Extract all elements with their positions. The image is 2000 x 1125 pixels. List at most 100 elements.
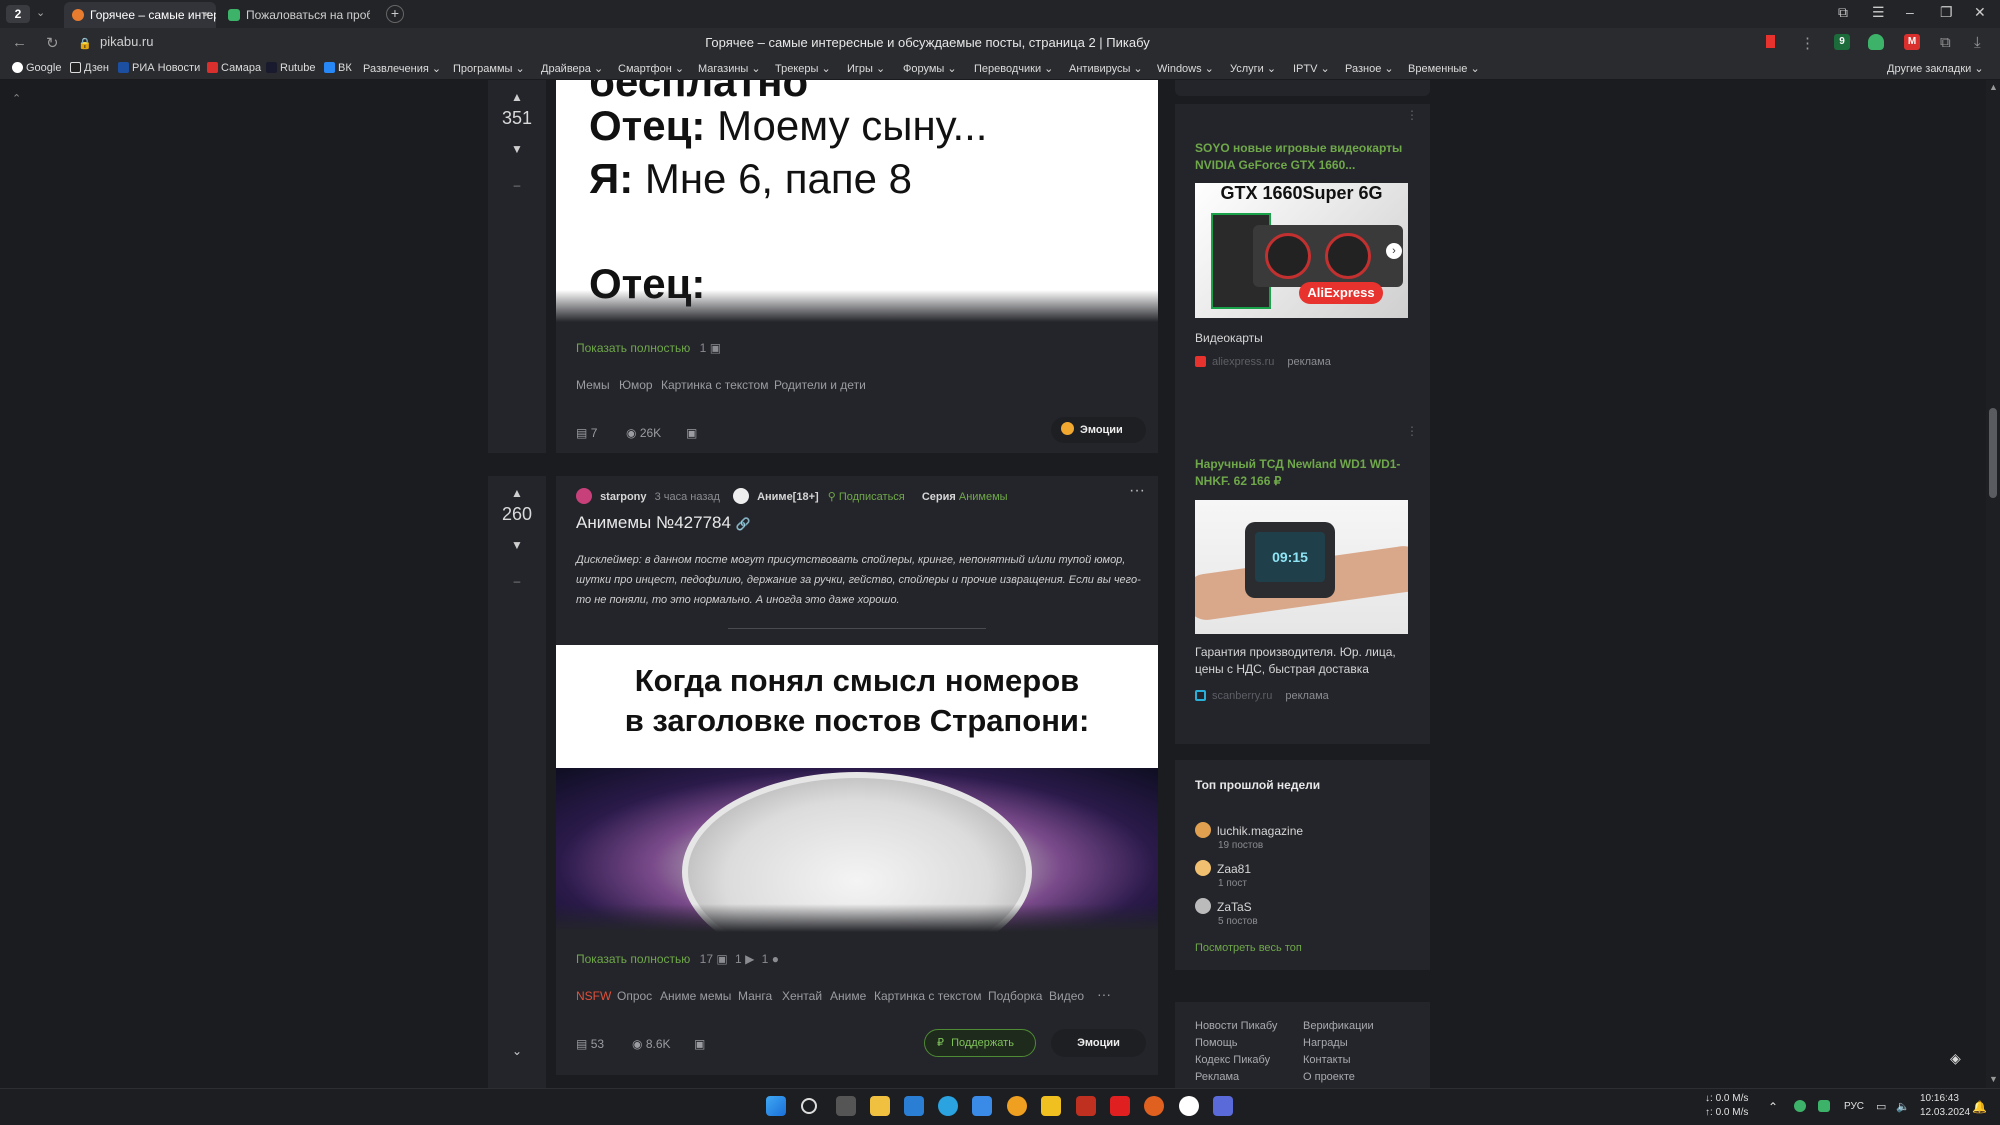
new-tab-button[interactable]: + bbox=[386, 5, 404, 23]
bookmark-ria[interactable]: РИА Новости bbox=[118, 62, 200, 74]
show-full-link[interactable]: Показать полностью 17 ▣ 1 ▶ 1 ● bbox=[576, 952, 779, 966]
ad-title[interactable]: Наручный ТСД Newland WD1 WD1-NHKF. 62 16… bbox=[1195, 456, 1410, 490]
downvote-icon[interactable]: ▼ bbox=[488, 538, 546, 552]
more-tags-icon[interactable]: ··· bbox=[1097, 986, 1111, 1002]
tag[interactable]: Мемы bbox=[576, 378, 610, 392]
support-button[interactable]: ₽ Поддержать bbox=[924, 1029, 1036, 1057]
footer-link[interactable]: Новости Пикабу bbox=[1195, 1020, 1277, 1032]
tab-count-badge[interactable]: 2 bbox=[6, 5, 30, 23]
download-icon[interactable]: ⤓ bbox=[1974, 34, 1981, 51]
scroll-down-icon[interactable]: ▼ bbox=[1989, 1074, 1998, 1084]
bookmark-dzen[interactable]: Дзен bbox=[70, 62, 109, 74]
ad-source[interactable]: aliexpress.ru реклама bbox=[1195, 356, 1331, 368]
tag[interactable]: Юмор bbox=[619, 378, 653, 392]
post-title[interactable]: Анимемы №427784 🔗 bbox=[576, 513, 751, 533]
bookmark-folder-drivers[interactable]: Драйвера ⌄ bbox=[541, 62, 603, 75]
top-user[interactable]: luchik.magazine 19 постов bbox=[1195, 822, 1303, 851]
series-link[interactable]: Анимемы bbox=[959, 491, 1008, 503]
tag[interactable]: Аниме мемы bbox=[660, 989, 731, 1003]
scroll-up-icon[interactable]: ▲ bbox=[1989, 82, 1998, 92]
comments-button[interactable]: ▤ 53 bbox=[576, 1037, 604, 1051]
footer-link[interactable]: Награды bbox=[1303, 1037, 1348, 1049]
tag[interactable]: Картинка с текстом bbox=[661, 378, 768, 392]
bookmark-folder-trackers[interactable]: Трекеры ⌄ bbox=[775, 62, 831, 75]
ad-image-gpu[interactable]: GTX 1660Super 6G AliExpress › bbox=[1195, 183, 1408, 318]
paint-bucket-icon[interactable]: ◈ bbox=[1950, 1050, 1961, 1067]
bookmark-folder-iptv[interactable]: IPTV ⌄ bbox=[1293, 62, 1330, 75]
tag[interactable]: Опрос bbox=[617, 989, 652, 1003]
firefox-icon[interactable] bbox=[1144, 1096, 1164, 1116]
bookmark-vk[interactable]: ВК bbox=[324, 62, 352, 74]
tab-complaint[interactable]: Пожаловаться на пробле bbox=[220, 2, 370, 28]
ad-label[interactable]: Гарантия производителя. Юр. лица, цены с… bbox=[1195, 644, 1410, 678]
community-avatar[interactable] bbox=[733, 488, 750, 504]
bookmark-google[interactable]: Google bbox=[12, 62, 61, 74]
post2-meme-caption[interactable]: Когда понял смысл номеров в заголовке по… bbox=[556, 645, 1158, 768]
minimize-icon[interactable]: – bbox=[1906, 4, 1914, 20]
emotions-button[interactable]: Эмоции bbox=[1051, 417, 1146, 443]
footer-link[interactable]: Кодекс Пикабу bbox=[1195, 1054, 1270, 1066]
footer-link[interactable]: Реклама bbox=[1195, 1071, 1239, 1083]
link-icon[interactable]: 🔗 bbox=[736, 517, 751, 531]
save-icon[interactable]: ▣ bbox=[694, 1037, 705, 1051]
avatar[interactable] bbox=[576, 488, 592, 504]
restore-icon[interactable]: ❐ bbox=[1940, 4, 1953, 21]
bookmark-icon[interactable] bbox=[1766, 35, 1775, 48]
bookmark-folder-forums[interactable]: Форумы ⌄ bbox=[903, 62, 957, 75]
extensions-icon[interactable]: ⧉ bbox=[1940, 34, 1951, 51]
bookmark-folder-misc[interactable]: Разное ⌄ bbox=[1345, 62, 1394, 75]
bookmark-folder-translators[interactable]: Переводчики ⌄ bbox=[974, 62, 1053, 75]
tag[interactable]: Хентай bbox=[782, 989, 822, 1003]
mail-extension-icon[interactable]: M bbox=[1904, 34, 1920, 50]
bookmark-folder-smartphone[interactable]: Смартфон ⌄ bbox=[618, 62, 684, 75]
bookmark-rutube[interactable]: Rutube bbox=[266, 62, 315, 74]
more-icon[interactable]: ⋮ bbox=[1800, 34, 1815, 52]
save-icon[interactable]: ▣ bbox=[686, 426, 697, 440]
clock-date[interactable]: 12.03.2024 bbox=[1920, 1107, 1970, 1118]
menu-icon[interactable]: ☰ bbox=[1872, 4, 1885, 21]
emotions-button[interactable]: Эмоции bbox=[1051, 1029, 1146, 1057]
volume-icon[interactable]: 🔈 bbox=[1896, 1100, 1910, 1113]
bookmark-folder-shops[interactable]: Магазины ⌄ bbox=[698, 62, 761, 75]
store-icon[interactable] bbox=[904, 1096, 924, 1116]
ad-title[interactable]: SOYO новые игровые видеокарты NVIDIA GeF… bbox=[1195, 140, 1410, 174]
post1-meme-image[interactable]: бесплатно Отец: Моему сыну... Я: Мне 6, … bbox=[556, 80, 1158, 322]
scrollbar-thumb[interactable] bbox=[1989, 408, 1997, 498]
community-link[interactable]: Аниме[18+] bbox=[757, 491, 819, 503]
bookmark-folder-temporary[interactable]: Временные ⌄ bbox=[1408, 62, 1480, 75]
aimp-icon[interactable] bbox=[1041, 1096, 1061, 1116]
other-bookmarks[interactable]: Другие закладки ⌄ bbox=[1887, 62, 1984, 75]
subscribe-link[interactable]: ⚲ Подписаться bbox=[828, 491, 905, 503]
bookmark-folder-antivirus[interactable]: Антивирусы ⌄ bbox=[1069, 62, 1143, 75]
chevron-down-icon[interactable]: ⌄ bbox=[36, 6, 45, 19]
next-post-icon[interactable]: ⌄ bbox=[488, 1044, 546, 1058]
tag[interactable]: Родители и дети bbox=[774, 378, 866, 392]
clock-time[interactable]: 10:16:43 bbox=[1920, 1093, 1959, 1104]
show-full-link[interactable]: Показать полностью 1 ▣ bbox=[576, 341, 721, 355]
ad-image-wrist-device[interactable]: 09:15 bbox=[1195, 500, 1408, 634]
upvote-icon[interactable]: ▲ bbox=[488, 486, 546, 500]
post2-anime-image[interactable] bbox=[556, 768, 1158, 932]
author-link[interactable]: starpony bbox=[600, 491, 646, 503]
network-icon[interactable]: ▭ bbox=[1876, 1100, 1886, 1113]
bookmark-folder-games[interactable]: Игры ⌄ bbox=[847, 62, 885, 75]
downvote-icon[interactable]: ▼ bbox=[488, 142, 546, 156]
tray-shield-icon[interactable] bbox=[1818, 1100, 1830, 1112]
youtube-icon[interactable] bbox=[1110, 1096, 1130, 1116]
file-explorer-icon[interactable] bbox=[870, 1096, 890, 1116]
yandex-browser-icon[interactable] bbox=[1179, 1096, 1199, 1116]
task-view-icon[interactable] bbox=[836, 1096, 856, 1116]
close-window-icon[interactable]: ✕ bbox=[1974, 4, 1986, 21]
bookmark-folder-programs[interactable]: Программы ⌄ bbox=[453, 62, 525, 75]
ad-source[interactable]: scanberry.ru реклама bbox=[1195, 690, 1329, 702]
shield-extension-icon[interactable] bbox=[1868, 34, 1884, 50]
app-icon[interactable] bbox=[1213, 1096, 1233, 1116]
top-user[interactable]: Zaa81 1 пост bbox=[1195, 860, 1251, 889]
tag[interactable]: Манга bbox=[738, 989, 772, 1003]
browser-app-icon[interactable] bbox=[1007, 1096, 1027, 1116]
ad-menu-icon[interactable]: ⋮ bbox=[1406, 108, 1418, 122]
tab-pikabu[interactable]: Горячее – самые интер × bbox=[64, 2, 216, 28]
top-user[interactable]: ZaTaS 5 постов bbox=[1195, 898, 1258, 927]
footer-link[interactable]: О проекте bbox=[1303, 1071, 1355, 1083]
app-icon[interactable] bbox=[1076, 1096, 1096, 1116]
